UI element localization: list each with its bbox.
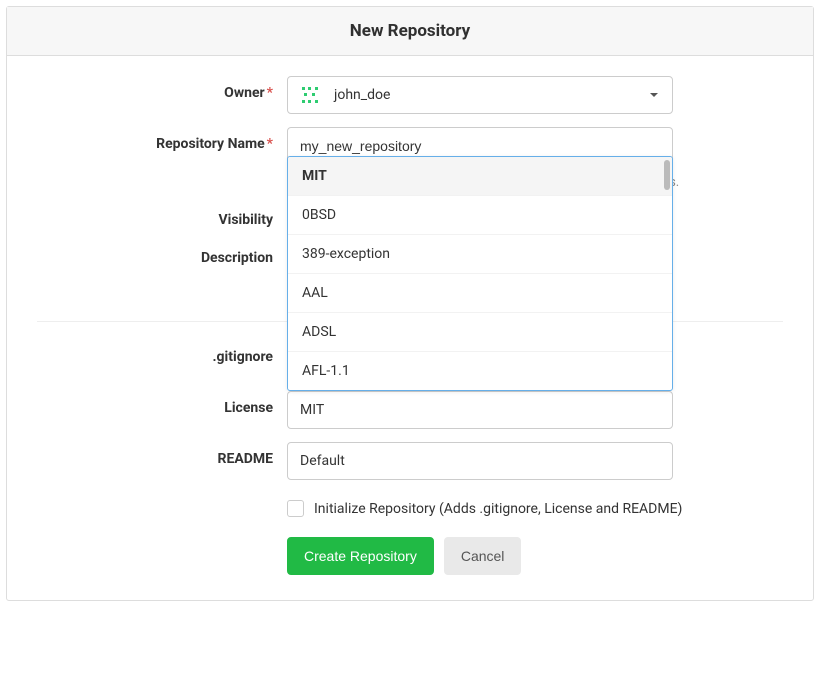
license-option[interactable]: MIT: [288, 157, 672, 196]
visibility-label: Visibility: [37, 203, 287, 228]
page-title: New Repository: [7, 21, 813, 41]
license-label: License: [37, 391, 287, 416]
license-dropdown: MIT 0BSD 389-exception AAL ADSL AFL-1.1: [287, 156, 673, 391]
panel-header: New Repository: [7, 7, 813, 56]
readme-label: README: [37, 442, 287, 467]
owner-label: Owner*: [37, 76, 287, 101]
description-label: Description: [37, 241, 287, 266]
panel-body: Owner*: [7, 56, 813, 600]
scrollbar-thumb[interactable]: [664, 160, 670, 190]
new-repository-panel: New Repository Owner*: [6, 6, 814, 601]
readme-select[interactable]: Default: [287, 442, 673, 480]
license-option[interactable]: AFL-1.1: [288, 352, 672, 390]
owner-select[interactable]: john_doe: [287, 76, 673, 114]
required-marker: *: [267, 85, 273, 101]
button-row: Create Repository Cancel: [37, 537, 783, 575]
initialize-checkbox-label[interactable]: Initialize Repository (Adds .gitignore, …: [314, 501, 682, 517]
create-repository-button[interactable]: Create Repository: [287, 537, 434, 575]
owner-value: john_doe: [334, 87, 390, 103]
initialize-row: Initialize Repository (Adds .gitignore, …: [37, 493, 783, 517]
license-select[interactable]: MIT: [287, 391, 673, 429]
license-option[interactable]: 0BSD: [288, 196, 672, 235]
license-option[interactable]: AAL: [288, 274, 672, 313]
caret-down-icon: [650, 93, 658, 97]
license-option[interactable]: ADSL: [288, 313, 672, 352]
license-value: MIT: [300, 402, 324, 418]
readme-value: Default: [300, 453, 345, 469]
license-row: License MIT MIT 0BSD 389-exception AAL A…: [37, 391, 783, 429]
required-marker: *: [267, 136, 273, 152]
owner-row: Owner*: [37, 76, 783, 114]
avatar-icon: [300, 85, 320, 105]
readme-row: README Default: [37, 442, 783, 480]
cancel-button[interactable]: Cancel: [444, 537, 522, 575]
gitignore-label: .gitignore: [37, 340, 287, 365]
repo-name-label: Repository Name*: [37, 127, 287, 152]
license-option[interactable]: 389-exception: [288, 235, 672, 274]
initialize-checkbox[interactable]: [287, 500, 304, 517]
